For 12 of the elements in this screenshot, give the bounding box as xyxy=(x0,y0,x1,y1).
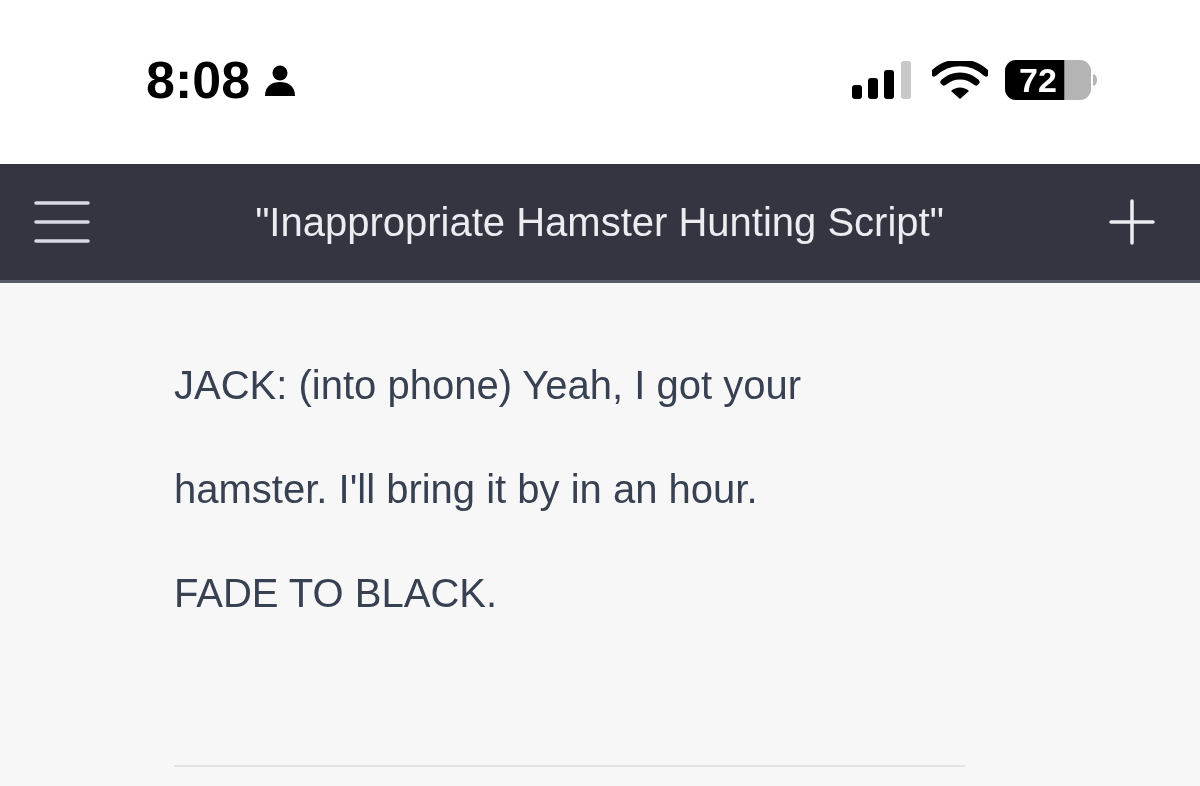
signal-icon xyxy=(852,61,912,99)
battery-percentage: 72 xyxy=(1019,63,1057,97)
plus-icon xyxy=(1109,199,1155,245)
menu-icon xyxy=(34,201,90,243)
chat-title: "Inappropriate Hamster Hunting Script" xyxy=(255,202,944,242)
menu-button[interactable] xyxy=(34,201,90,243)
message-text: JACK: (into phone) Yeah, I got your hamster. I'll bring it by in an hour. xyxy=(174,362,803,513)
message-text: FADE TO BLACK. xyxy=(174,570,499,617)
add-button[interactable] xyxy=(1109,199,1155,245)
person-icon xyxy=(264,64,297,96)
wifi-icon xyxy=(932,61,988,99)
status-time: 8:08 xyxy=(146,54,251,106)
